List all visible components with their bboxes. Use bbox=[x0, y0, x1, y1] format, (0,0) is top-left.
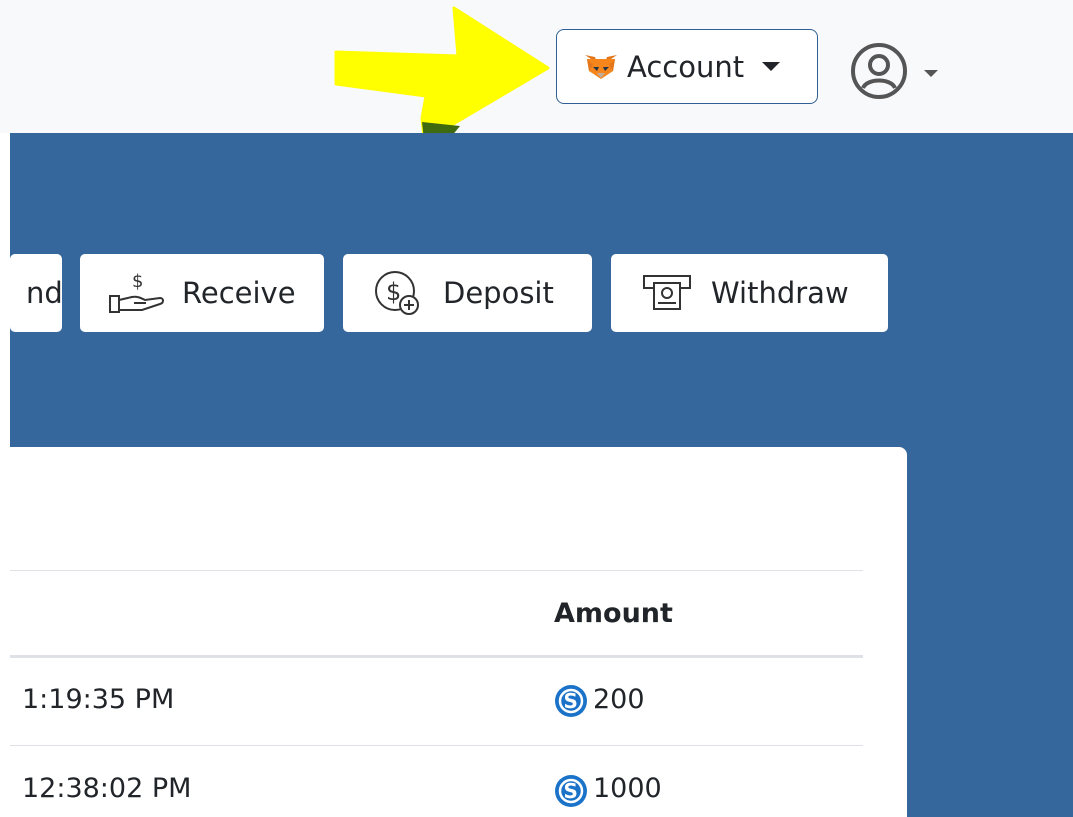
deposit-button[interactable]: $ Deposit bbox=[343, 254, 592, 332]
table-divider-top bbox=[10, 570, 863, 571]
user-circle-icon bbox=[851, 43, 907, 99]
app-screen: Account nd $ Receive $ Deposit Withdraw … bbox=[0, 0, 1073, 817]
send-button[interactable]: nd bbox=[10, 254, 62, 332]
row-2-amount: 1000 bbox=[593, 773, 662, 804]
svg-text:$: $ bbox=[132, 271, 143, 292]
svg-text:S: S bbox=[564, 689, 578, 713]
table-row-divider bbox=[10, 745, 863, 746]
account-dropdown-button[interactable]: Account bbox=[556, 29, 818, 104]
coin-icon: S bbox=[555, 685, 587, 717]
user-menu-toggle[interactable] bbox=[850, 39, 965, 103]
dollar-plus-icon: $ bbox=[375, 271, 419, 315]
metamask-fox-icon bbox=[585, 54, 617, 79]
transactions-card bbox=[10, 447, 907, 817]
svg-text:$: $ bbox=[386, 278, 401, 306]
account-label: Account bbox=[627, 49, 745, 84]
table-header-divider bbox=[10, 655, 863, 658]
withdraw-button[interactable]: Withdraw bbox=[611, 254, 888, 332]
caret-down-icon bbox=[924, 69, 938, 77]
chevron-down-icon bbox=[762, 62, 781, 71]
row-2-time: 12:38:02 PM bbox=[22, 773, 192, 804]
withdraw-button-label: Withdraw bbox=[711, 276, 849, 310]
svg-text:S: S bbox=[564, 779, 578, 803]
atm-cash-icon bbox=[643, 275, 691, 310]
send-button-label: nd bbox=[26, 276, 62, 310]
hand-dollar-icon: $ bbox=[109, 271, 164, 313]
receive-button[interactable]: $ Receive bbox=[80, 254, 324, 332]
coin-icon: S bbox=[555, 775, 587, 807]
row-1-amount: 200 bbox=[593, 684, 645, 715]
row-1-time: 1:19:35 PM bbox=[22, 684, 175, 715]
deposit-button-label: Deposit bbox=[443, 276, 554, 310]
amount-column-header: Amount bbox=[554, 598, 673, 629]
receive-button-label: Receive bbox=[182, 276, 296, 310]
